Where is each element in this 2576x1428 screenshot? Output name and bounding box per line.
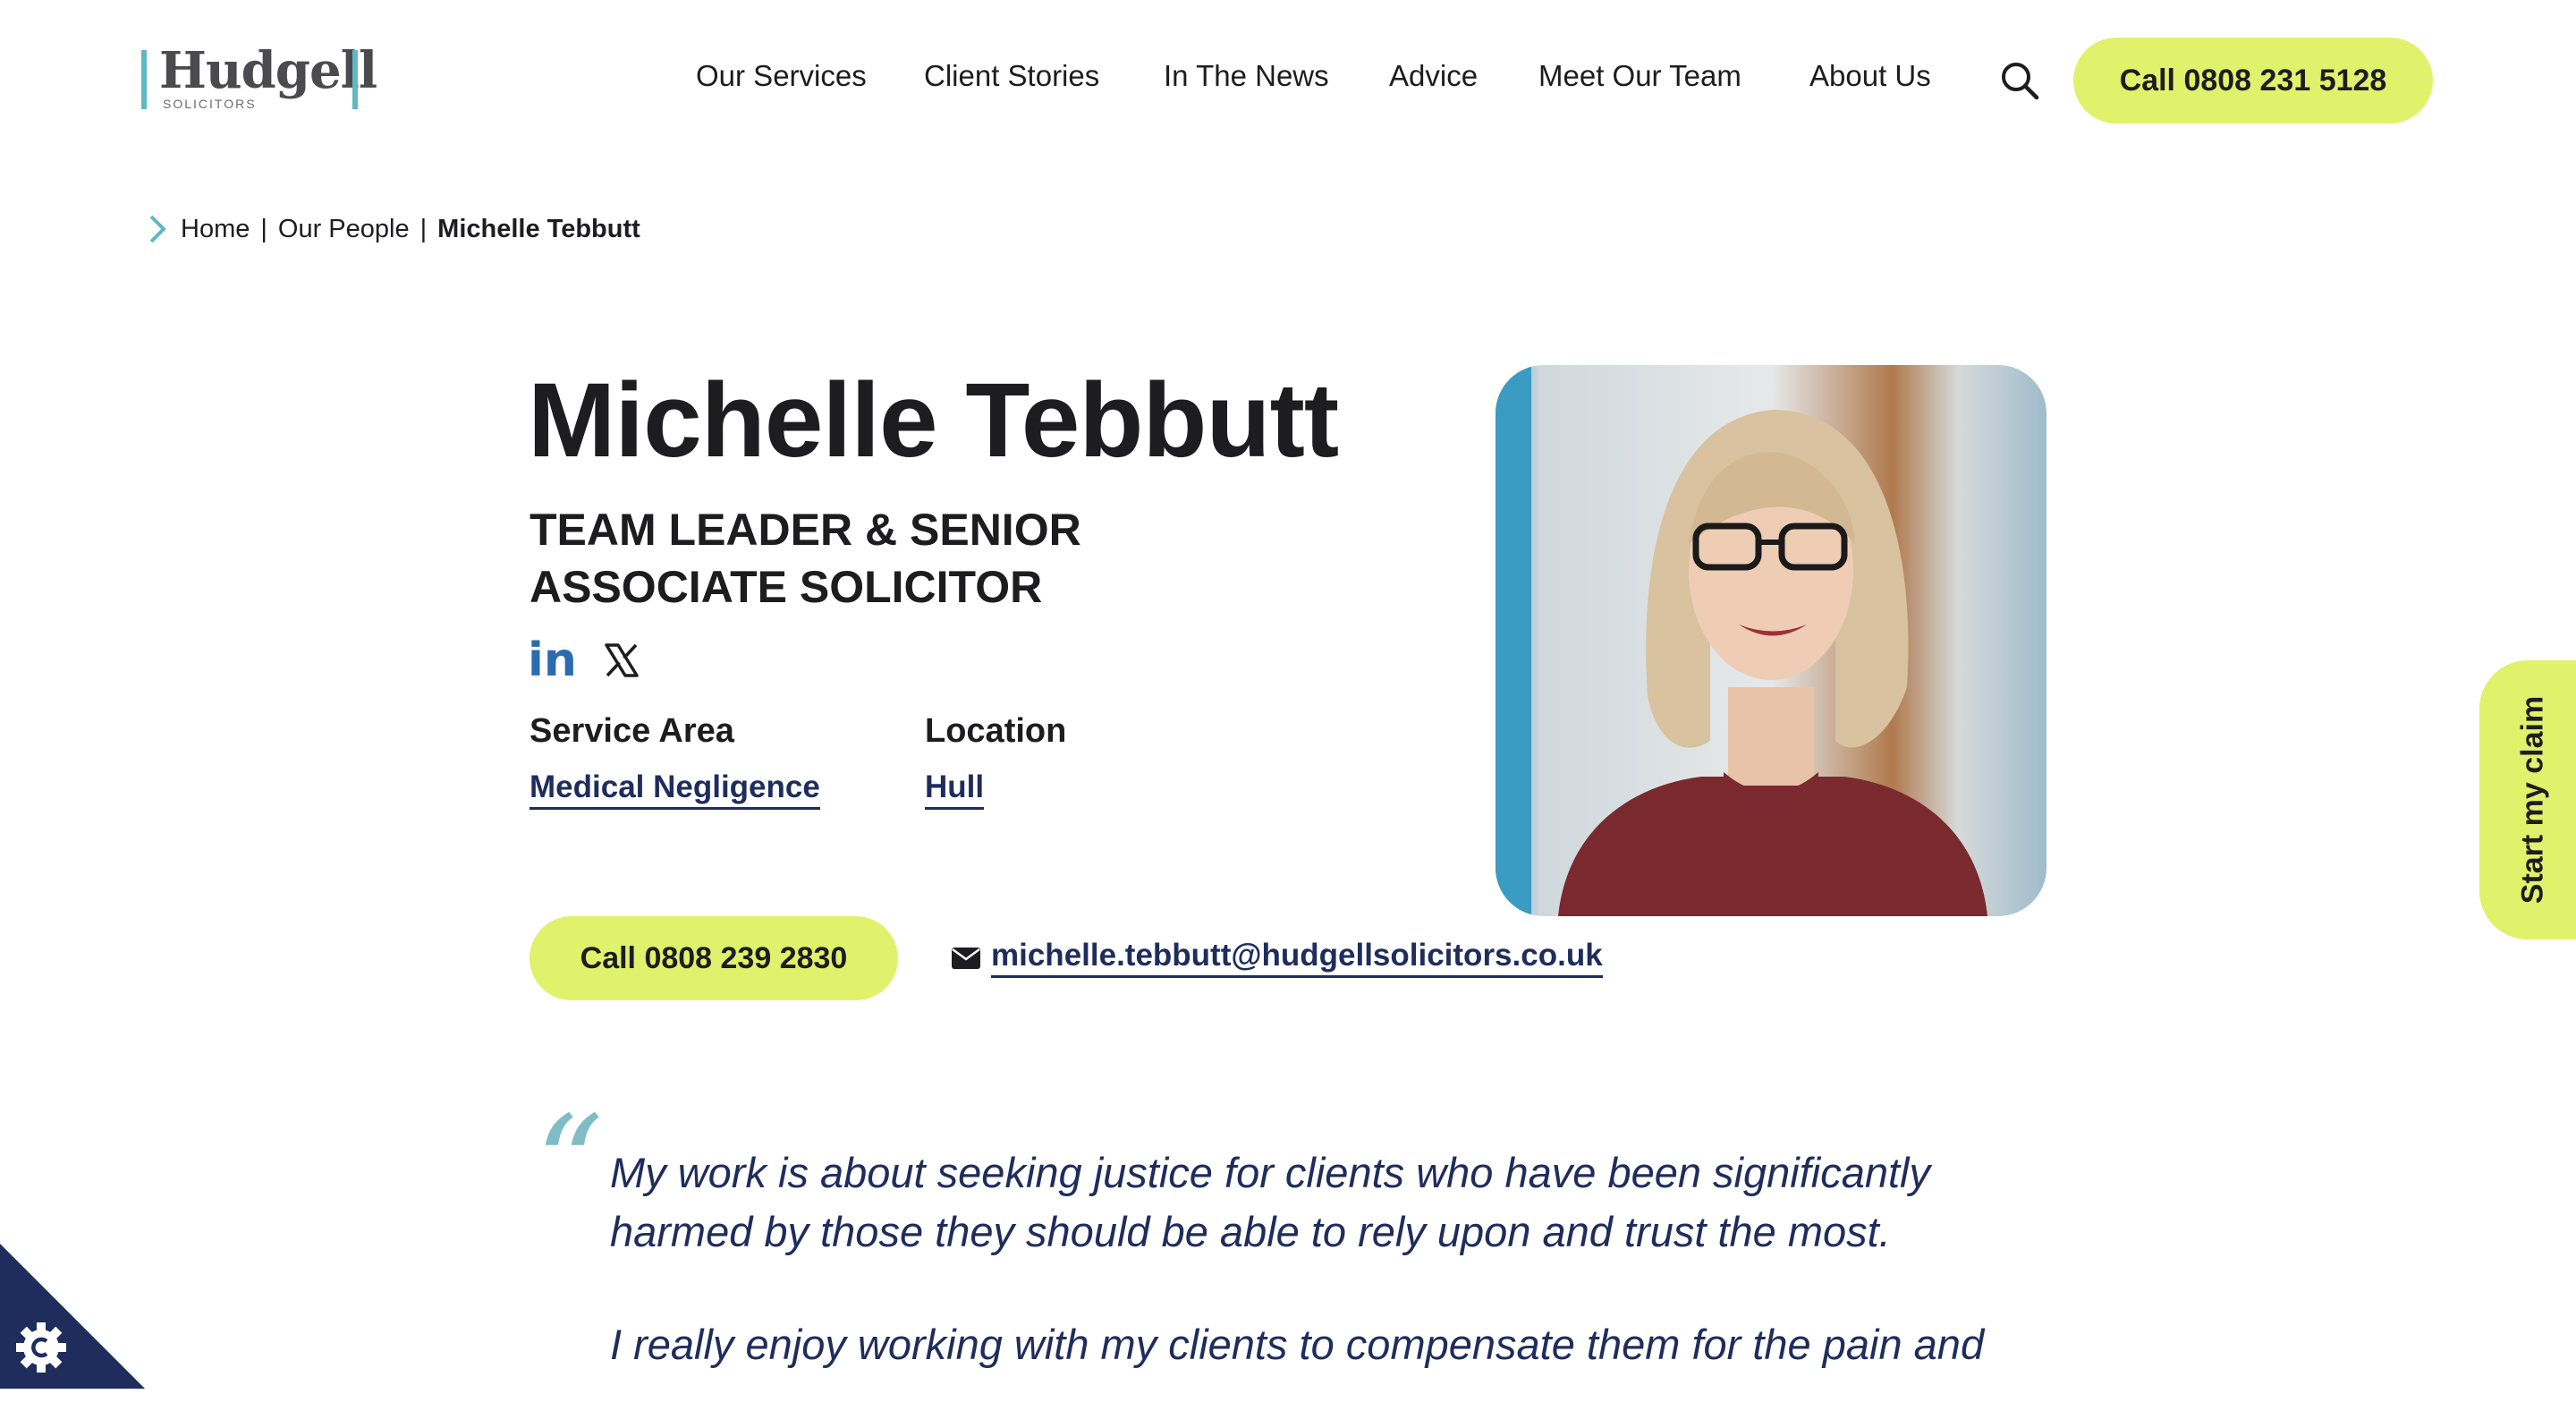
nav-client-stories[interactable]: Client Stories [924, 59, 1099, 93]
breadcrumb-separator: | [419, 214, 428, 243]
envelope-icon [952, 947, 980, 969]
nav-our-services[interactable]: Our Services [696, 59, 867, 93]
hudgell-logo[interactable]: Hudgell SOLICITORS [141, 41, 377, 113]
search-icon[interactable] [2000, 61, 2039, 100]
breadcrumb: Home | Our People | Michelle Tebbutt [147, 211, 640, 247]
nav-in-the-news[interactable]: In The News [1164, 59, 1329, 93]
profile-quote: My work is about seeking justice for cli… [610, 1143, 2077, 1428]
quote-paragraph-2: I really enjoy working with my clients t… [610, 1321, 1985, 1368]
call-solicitor-button[interactable]: Call 0808 239 2830 [530, 916, 898, 1000]
profile-name: Michelle Tebbutt [528, 361, 1339, 480]
linkedin-icon[interactable]: in [528, 637, 577, 684]
cookie-settings-icon[interactable] [0, 1244, 145, 1389]
profile-role: Team Leader & Senior Associate Solicitor [530, 505, 1081, 612]
x-icon[interactable] [604, 642, 640, 678]
email-link[interactable]: michelle.tebbutt@hudgellsolicitors.co.uk [952, 938, 1603, 978]
quote-paragraph-1: My work is about seeking justice for cli… [610, 1149, 1931, 1255]
start-my-claim-label: Start my claim [2515, 695, 2550, 905]
social-links: in [528, 637, 640, 684]
logo-bar-left [141, 50, 147, 109]
logo-bar-right [352, 50, 358, 109]
breadcrumb-separator: | [260, 214, 267, 243]
logo-wordmark: Hudgell [159, 41, 377, 100]
quote-mark: “ [535, 1088, 604, 1244]
location-label: Location [925, 712, 1067, 750]
start-my-claim-tab[interactable]: Start my claim [2479, 660, 2576, 939]
profile-photo [1496, 365, 2046, 916]
service-area-label: Service Area [530, 712, 734, 750]
chevron-right-icon [149, 215, 166, 243]
nav-meet-our-team[interactable]: Meet Our Team [1538, 59, 1741, 93]
nav-about-us[interactable]: About Us [1809, 59, 1931, 93]
breadcrumb-current: Michelle Tebbutt [437, 214, 640, 243]
breadcrumb-home[interactable]: Home [181, 215, 250, 244]
service-area-link[interactable]: Medical Negligence [530, 769, 820, 810]
call-header-button[interactable]: Call 0808 231 5128 [2073, 38, 2433, 123]
logo-subtitle: SOLICITORS [163, 97, 257, 111]
location-link[interactable]: Hull [925, 769, 985, 810]
breadcrumb-our-people[interactable]: Our People [278, 215, 410, 244]
email-address[interactable]: michelle.tebbutt@hudgellsolicitors.co.uk [991, 938, 1603, 978]
nav-advice[interactable]: Advice [1389, 59, 1478, 93]
